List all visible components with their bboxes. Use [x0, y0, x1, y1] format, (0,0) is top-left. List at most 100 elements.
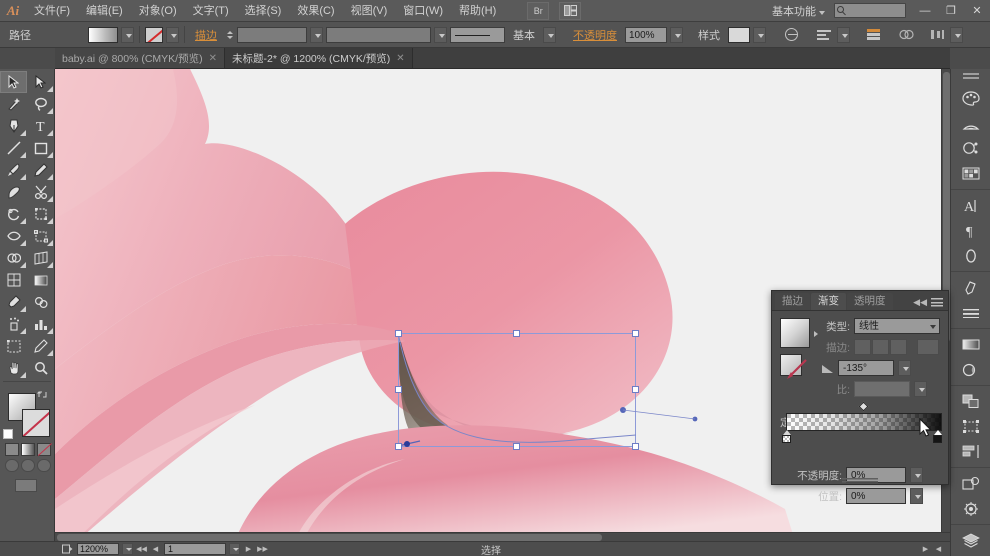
swatches-panel-icon[interactable] [951, 161, 990, 186]
magic-wand-tool[interactable] [0, 93, 27, 115]
document-tab-untitled[interactable]: 未标题-2* @ 1200% (CMYK/预览) ✕ [224, 48, 413, 68]
last-artboard-button[interactable]: ▶▶ [257, 543, 268, 555]
prev-artboard-button[interactable]: ◀ [150, 543, 161, 555]
status-next-icon[interactable]: ▶ [920, 543, 931, 555]
fill-color-swatch[interactable] [88, 26, 118, 43]
transparency-panel-icon[interactable] [951, 357, 990, 382]
tab-stroke[interactable]: 描边 [775, 293, 810, 310]
gradient-aspect-field[interactable] [854, 381, 910, 397]
hand-tool[interactable] [0, 357, 27, 379]
mesh-tool[interactable] [0, 269, 27, 291]
status-prev-icon[interactable]: ◀ [933, 543, 944, 555]
type-tool[interactable]: T [27, 115, 54, 137]
stroke-color-swatch[interactable] [145, 26, 163, 43]
rotate-tool[interactable] [0, 203, 27, 225]
stroke-panel-icon[interactable] [951, 300, 990, 325]
menu-window[interactable]: 窗口(W) [395, 0, 451, 22]
transform-panel-icon[interactable] [951, 414, 990, 439]
gradient-tool[interactable] [27, 269, 54, 291]
gradient-slider[interactable] [782, 401, 942, 449]
tab-close-icon[interactable]: ✕ [396, 53, 404, 64]
horizontal-scroll-thumb[interactable] [57, 534, 602, 541]
gradient-ramp[interactable] [786, 413, 942, 431]
gradient-opacity-dropdown[interactable] [910, 467, 923, 483]
opacity-dropdown[interactable] [670, 26, 683, 43]
color-panel-icon[interactable] [951, 86, 990, 111]
menu-select[interactable]: 选择(S) [237, 0, 290, 22]
gradient-angle-dropdown[interactable] [898, 360, 911, 376]
close-button[interactable]: ✕ [964, 1, 990, 21]
stroke-weight-stepper[interactable] [225, 27, 234, 43]
swap-fill-stroke-icon[interactable] [37, 389, 48, 400]
distribute-dropdown[interactable] [950, 26, 963, 43]
menu-view[interactable]: 视图(V) [343, 0, 396, 22]
artboard-tool[interactable] [0, 335, 27, 357]
eraser-tool[interactable] [27, 181, 54, 203]
opentype-panel-icon[interactable] [951, 243, 990, 268]
gradient-aspect-dropdown[interactable] [914, 381, 927, 397]
stroke-gradient-across[interactable] [890, 339, 907, 355]
minimize-button[interactable]: — [912, 1, 938, 21]
menu-object[interactable]: 对象(O) [131, 0, 185, 22]
maximize-button[interactable]: ❐ [938, 1, 964, 21]
pencil-tool[interactable] [27, 159, 54, 181]
stroke-gradient-within[interactable] [854, 339, 871, 355]
dock-collapse-button[interactable] [951, 69, 990, 83]
gradient-panel-icon[interactable] [951, 332, 990, 357]
opacity-field[interactable]: 100% [625, 26, 667, 43]
artboard-number-field[interactable]: 1 [164, 543, 226, 555]
panel-menu-icon[interactable] [931, 298, 943, 307]
panel-resize-grip[interactable] [842, 478, 878, 483]
symbols-panel-icon[interactable] [951, 136, 990, 161]
gradient-mode-button[interactable] [21, 443, 35, 456]
appearance-panel-icon[interactable] [951, 471, 990, 496]
stroke-weight-link[interactable]: 描边 [190, 27, 222, 43]
draw-behind-button[interactable] [21, 459, 35, 472]
rectangle-tool[interactable] [27, 137, 54, 159]
paintbrush-tool[interactable] [0, 159, 27, 181]
draw-inside-button[interactable] [37, 459, 51, 472]
first-artboard-button[interactable]: ◀◀ [136, 543, 147, 555]
menu-type[interactable]: 文字(T) [185, 0, 237, 22]
distribute-spacing-icon[interactable] [928, 26, 947, 43]
pathfinder-panel-icon[interactable] [951, 389, 990, 414]
gradient-location-dropdown[interactable] [910, 488, 923, 504]
gradient-stop-left[interactable] [782, 430, 791, 443]
color-guide-panel-icon[interactable] [951, 111, 990, 136]
collapse-to-icons-icon[interactable]: ◀◀ [913, 297, 927, 308]
zoom-level-field[interactable]: 1200% [77, 543, 119, 555]
zoom-tool[interactable] [27, 357, 54, 379]
stroke-profile-field[interactable] [326, 26, 431, 43]
gradient-midpoint-handle[interactable] [858, 401, 869, 412]
bridge-icon[interactable]: Br [527, 1, 550, 20]
opacity-link[interactable]: 不透明度 [568, 27, 622, 43]
stroke-profile-dropdown[interactable] [434, 26, 447, 43]
scale-tool[interactable] [27, 203, 54, 225]
stroke-gradient-along[interactable] [872, 339, 889, 355]
gradient-stop-right[interactable] [933, 430, 942, 443]
status-text[interactable]: 选择 [481, 542, 501, 556]
shape-builder-icon[interactable] [897, 26, 916, 43]
gradient-type-select[interactable]: 线性 [854, 318, 940, 334]
align-panel-icon[interactable] [951, 439, 990, 464]
layers-panel-icon[interactable] [951, 528, 990, 553]
stroke-weight-dropdown[interactable] [310, 26, 323, 43]
fill-swatch-dropdown[interactable] [121, 26, 134, 43]
arrange-documents-icon[interactable] [559, 1, 582, 20]
variable-width-profile-preview[interactable] [450, 26, 505, 43]
perspective-grid-tool[interactable] [27, 247, 54, 269]
stroke-swatch-none[interactable] [22, 409, 50, 437]
tab-transparency[interactable]: 透明度 [847, 293, 893, 310]
change-screen-mode-button[interactable] [15, 479, 37, 492]
gradient-angle-field[interactable]: -135° [838, 360, 894, 376]
menu-help[interactable]: 帮助(H) [451, 0, 504, 22]
lasso-tool[interactable] [27, 93, 54, 115]
tab-gradient[interactable]: 渐变 [811, 293, 846, 310]
draw-normal-button[interactable] [5, 459, 19, 472]
gradient-thumbnail-dropdown[interactable] [814, 331, 818, 337]
stroke-style-label[interactable]: 基本 [508, 27, 540, 43]
artboard-number-dropdown[interactable] [229, 543, 240, 555]
blob-brush-tool[interactable] [0, 181, 27, 203]
graphic-style-dropdown[interactable] [753, 26, 766, 43]
line-segment-tool[interactable] [0, 137, 27, 159]
